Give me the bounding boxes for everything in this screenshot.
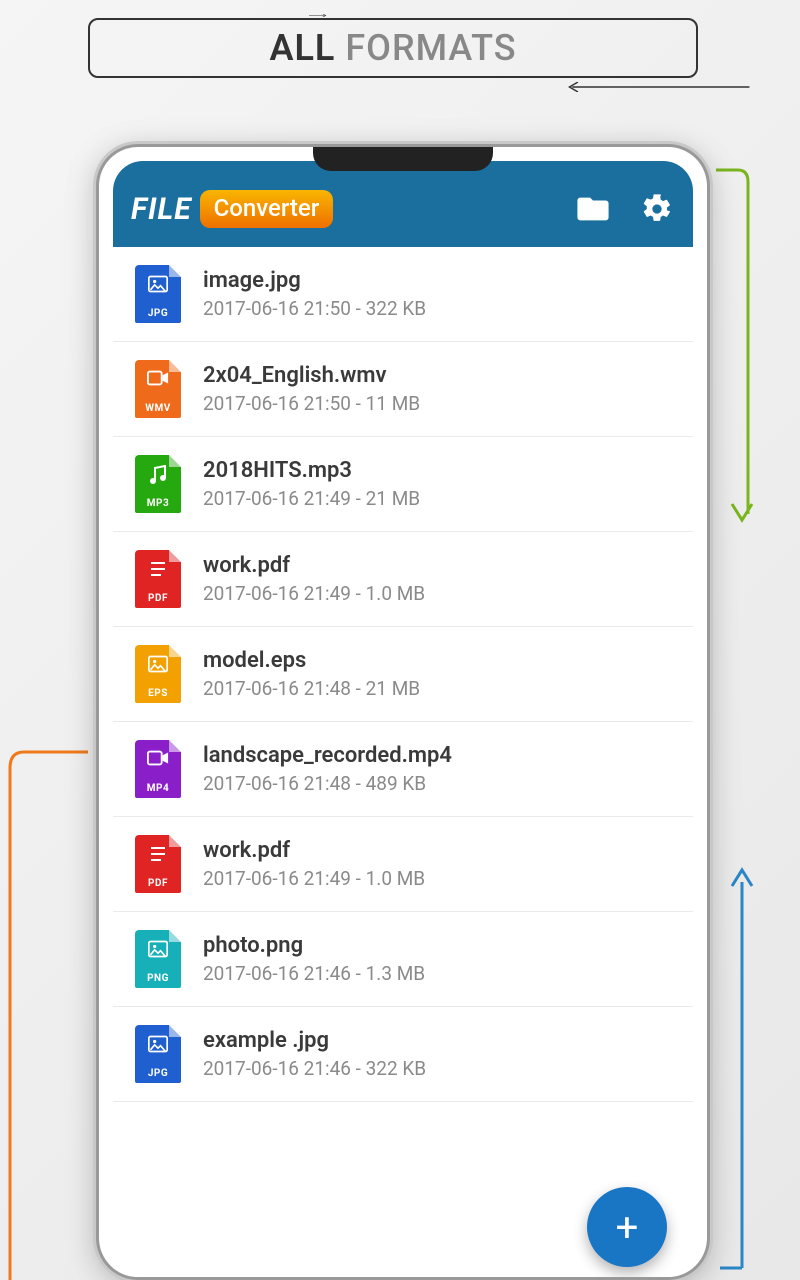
file-ext-label: WMV: [145, 403, 171, 414]
file-ext-label: PDF: [148, 878, 168, 889]
file-ext-label: JPG: [148, 1068, 168, 1079]
file-meta: model.eps 2017-06-16 21:48 - 21 MB: [203, 648, 420, 700]
image-file-icon: PNG: [135, 930, 181, 988]
file-ext-label: MP3: [147, 498, 169, 509]
file-subtitle: 2017-06-16 21:49 - 21 MB: [203, 487, 420, 510]
file-ext-label: JPG: [148, 308, 168, 319]
file-row[interactable]: WMV 2x04_English.wmv 2017-06-16 21:50 - 11…: [113, 342, 693, 437]
file-row[interactable]: EPS model.eps 2017-06-16 21:48 - 21 MB: [113, 627, 693, 722]
video-file-icon: WMV: [135, 360, 181, 418]
file-name: work.pdf: [203, 553, 425, 578]
file-name: photo.png: [203, 933, 425, 958]
file-meta: work.pdf 2017-06-16 21:49 - 1.0 MB: [203, 553, 425, 605]
file-subtitle: 2017-06-16 21:48 - 21 MB: [203, 677, 420, 700]
file-row[interactable]: MP4 landscape_recorded.mp4 2017-06-16 21:4…: [113, 722, 693, 817]
file-list[interactable]: JPG image.jpg 2017-06-16 21:50 - 322 KB WMV…: [113, 247, 693, 1277]
file-subtitle: 2017-06-16 21:50 - 322 KB: [203, 297, 426, 320]
file-name: work.pdf: [203, 838, 425, 863]
file-subtitle: 2017-06-16 21:49 - 1.0 MB: [203, 867, 425, 890]
file-meta: work.pdf 2017-06-16 21:49 - 1.0 MB: [203, 838, 425, 890]
file-name: example .jpg: [203, 1028, 426, 1053]
file-subtitle: 2017-06-16 21:46 - 322 KB: [203, 1057, 426, 1080]
banner-title: ALL FORMATS: [269, 27, 516, 69]
phone-frame: FILE Converter JPG image.jpg 2017-06-16 21…: [96, 144, 710, 1280]
file-meta: example .jpg 2017-06-16 21:46 - 322 KB: [203, 1028, 426, 1080]
file-row[interactable]: MP3 2018HITS.mp3 2017-06-16 21:49 - 21 MB: [113, 437, 693, 532]
file-row[interactable]: PDF work.pdf 2017-06-16 21:49 - 1.0 MB: [113, 817, 693, 912]
image-file-icon: JPG: [135, 265, 181, 323]
file-ext-label: MP4: [147, 783, 169, 794]
app-logo: FILE Converter: [131, 190, 333, 228]
file-subtitle: 2017-06-16 21:46 - 1.3 MB: [203, 962, 425, 985]
file-ext-label: PDF: [148, 593, 168, 604]
logo-text: FILE: [131, 192, 192, 227]
file-meta: 2x04_English.wmv 2017-06-16 21:50 - 11 MB: [203, 363, 420, 415]
promo-banner: ALL FORMATS: [88, 8, 698, 96]
file-row[interactable]: PDF work.pdf 2017-06-16 21:49 - 1.0 MB: [113, 532, 693, 627]
arrow-left-icon: [528, 82, 788, 92]
gear-icon[interactable]: [639, 191, 675, 227]
file-meta: 2018HITS.mp3 2017-06-16 21:49 - 21 MB: [203, 458, 420, 510]
folder-icon[interactable]: [575, 191, 611, 227]
file-name: 2018HITS.mp3: [203, 458, 420, 483]
phone-power-button: [709, 521, 710, 621]
file-row[interactable]: PNG photo.png 2017-06-16 21:46 - 1.3 MB: [113, 912, 693, 1007]
file-subtitle: 2017-06-16 21:50 - 11 MB: [203, 392, 420, 415]
image-file-icon: EPS: [135, 645, 181, 703]
app-header: FILE Converter: [113, 161, 693, 247]
file-meta: photo.png 2017-06-16 21:46 - 1.3 MB: [203, 933, 425, 985]
image-file-icon: JPG: [135, 1025, 181, 1083]
file-meta: image.jpg 2017-06-16 21:50 - 322 KB: [203, 268, 426, 320]
doc-file-icon: PDF: [135, 550, 181, 608]
file-meta: landscape_recorded.mp4 2017-06-16 21:48 -…: [203, 743, 452, 795]
decoration-arrow-up-icon: [714, 860, 754, 1270]
file-ext-label: PNG: [147, 973, 169, 984]
file-name: model.eps: [203, 648, 420, 673]
file-row[interactable]: JPG example .jpg 2017-06-16 21:46 - 322 KB: [113, 1007, 693, 1102]
file-name: 2x04_English.wmv: [203, 363, 420, 388]
file-row[interactable]: JPG image.jpg 2017-06-16 21:50 - 322 KB: [113, 247, 693, 342]
file-ext-label: EPS: [148, 688, 168, 699]
audio-file-icon: MP3: [135, 455, 181, 513]
decoration-arrow-down-icon: [714, 168, 754, 528]
plus-icon: +: [616, 1204, 639, 1251]
file-subtitle: 2017-06-16 21:49 - 1.0 MB: [203, 582, 425, 605]
logo-badge: Converter: [200, 190, 334, 228]
arrow-right-icon: [288, 14, 348, 17]
app-screen: FILE Converter JPG image.jpg 2017-06-16 21…: [113, 161, 693, 1277]
file-name: landscape_recorded.mp4: [203, 743, 452, 768]
file-name: image.jpg: [203, 268, 426, 293]
file-subtitle: 2017-06-16 21:48 - 489 KB: [203, 772, 452, 795]
add-button[interactable]: +: [587, 1187, 667, 1267]
video-file-icon: MP4: [135, 740, 181, 798]
doc-file-icon: PDF: [135, 835, 181, 893]
decoration-arrow-left-icon: [0, 750, 90, 1280]
